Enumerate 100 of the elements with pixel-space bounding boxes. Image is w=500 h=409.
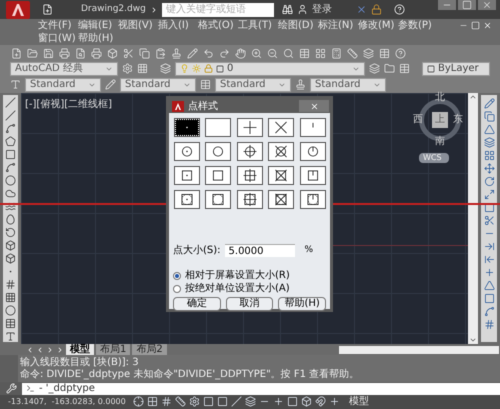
menu-item[interactable]: 窗口(W) xyxy=(38,32,78,46)
folder-icon[interactable] xyxy=(384,63,395,74)
point-style-option[interactable] xyxy=(300,166,326,185)
point-style-option[interactable] xyxy=(236,118,263,137)
multileader-style-icon[interactable] xyxy=(295,79,306,90)
point-style-option[interactable] xyxy=(268,118,294,137)
point-style-option[interactable] xyxy=(174,190,200,209)
menu-item[interactable]: 格式(O) xyxy=(198,19,238,32)
zoom-in-icon[interactable] xyxy=(251,48,262,59)
pencil-icon[interactable] xyxy=(187,48,198,59)
wrench-icon[interactable] xyxy=(6,383,17,394)
undo-icon[interactable] xyxy=(203,48,214,59)
point-style-option[interactable] xyxy=(300,142,326,161)
snap-icon[interactable] xyxy=(133,396,144,408)
lock-icon[interactable] xyxy=(370,4,382,16)
search-field[interactable]: 键入关键字或短语 xyxy=(162,2,274,17)
grid-icon[interactable] xyxy=(315,48,326,59)
point-style-option[interactable] xyxy=(174,142,200,161)
point-style-option[interactable] xyxy=(300,118,326,137)
style-dropdown[interactable]: Standard xyxy=(120,78,196,92)
radio-label[interactable]: 相对于屏幕设置大小(R) xyxy=(185,270,290,282)
previous-tab-icon[interactable] xyxy=(36,346,44,354)
style-dropdown[interactable]: Standard xyxy=(215,78,291,92)
point-style-option[interactable] xyxy=(268,190,294,209)
menu-item[interactable]: 绘图(D) xyxy=(278,19,318,32)
circle-icon[interactable] xyxy=(5,175,16,186)
line-icon[interactable] xyxy=(5,110,16,122)
radio-button[interactable] xyxy=(173,272,181,280)
style-dropdown[interactable]: Standard xyxy=(310,78,386,92)
point-style-option[interactable] xyxy=(300,190,326,209)
command-input[interactable]: - '_ddptype xyxy=(22,382,500,395)
stamp-icon[interactable] xyxy=(171,48,182,59)
minimize-icon[interactable] xyxy=(438,0,456,10)
cloud-icon[interactable] xyxy=(5,188,16,200)
gear-icon[interactable] xyxy=(122,63,133,74)
grid-display-icon[interactable] xyxy=(161,396,172,408)
maximize-icon[interactable] xyxy=(458,0,476,10)
rectangle-icon[interactable] xyxy=(5,149,16,160)
hatch-icon[interactable] xyxy=(5,279,16,290)
scale-icon[interactable] xyxy=(484,189,494,200)
polyline-icon[interactable] xyxy=(5,123,16,134)
dimension-style-icon[interactable] xyxy=(105,79,116,90)
layout-tab[interactable]: 布局1 xyxy=(96,344,130,356)
menu-item[interactable]: 帮助(H) xyxy=(78,32,118,46)
ruler-icon[interactable] xyxy=(347,48,358,59)
last-tab-icon[interactable] xyxy=(56,346,64,354)
move-icon[interactable] xyxy=(484,163,494,174)
point-style-option[interactable] xyxy=(236,166,263,185)
zoom-out-icon[interactable] xyxy=(267,48,278,59)
point-style-option[interactable] xyxy=(268,142,294,161)
grid-icon[interactable] xyxy=(147,396,158,408)
folder-icon[interactable] xyxy=(27,48,38,59)
app-logo-icon[interactable] xyxy=(6,0,30,19)
radio-label[interactable]: 按绝对单位设置大小(A) xyxy=(185,283,290,295)
text-icon[interactable] xyxy=(5,331,16,342)
menu-item[interactable]: 工具(T) xyxy=(238,19,278,32)
printer-icon[interactable] xyxy=(59,48,70,59)
menu-item[interactable]: 修改(M) xyxy=(358,19,398,32)
close-icon[interactable] xyxy=(478,0,496,10)
point-style-option[interactable] xyxy=(205,142,232,161)
table-icon[interactable] xyxy=(5,318,16,330)
sign-in-link[interactable]: 登录 xyxy=(312,2,332,18)
user-icon[interactable] xyxy=(296,4,308,16)
menu-item[interactable]: 编辑(E) xyxy=(78,19,118,32)
layers-icon[interactable] xyxy=(369,63,380,74)
redo-icon[interactable] xyxy=(219,48,230,59)
line-icon[interactable] xyxy=(5,97,16,108)
arc-icon[interactable] xyxy=(5,227,16,238)
search-icon[interactable] xyxy=(283,48,294,59)
close-icon[interactable] xyxy=(356,4,367,16)
menu-item[interactable]: 标注(N) xyxy=(318,19,358,32)
close-button[interactable] xyxy=(299,100,329,112)
point-style-option[interactable] xyxy=(236,142,263,161)
menu-item[interactable]: 参数(P) xyxy=(398,19,438,32)
horizontal-scrollbar[interactable] xyxy=(338,346,499,354)
clipboard-icon[interactable] xyxy=(155,48,166,59)
radio-button[interactable] xyxy=(173,285,181,293)
close-icon[interactable] xyxy=(483,21,492,30)
dialog-button[interactable]: 确定 xyxy=(173,297,221,311)
text-style-icon[interactable] xyxy=(10,79,21,90)
layer-dropdown[interactable]: 0 xyxy=(175,62,365,76)
layout-tab[interactable]: 布局2 xyxy=(132,344,167,356)
layout-tab[interactable]: 模型 xyxy=(66,344,94,356)
viewport-label[interactable]: [-][俯视][二维线框] xyxy=(25,97,112,112)
model-toggle[interactable]: 模型 xyxy=(349,394,369,409)
hand-icon[interactable] xyxy=(235,48,246,59)
dialog-button[interactable]: 取消 xyxy=(226,297,274,311)
save-icon[interactable] xyxy=(43,48,54,59)
copy-icon[interactable] xyxy=(139,48,150,59)
menu-item[interactable]: 文件(F) xyxy=(38,19,78,32)
ortho-icon[interactable] xyxy=(175,396,186,408)
rotate-icon[interactable] xyxy=(484,176,494,188)
next-tab-icon[interactable] xyxy=(46,346,54,354)
arc-icon[interactable] xyxy=(5,162,16,174)
cube-icon[interactable] xyxy=(107,48,118,59)
point-style-option[interactable] xyxy=(205,190,232,209)
binoculars-icon[interactable] xyxy=(282,4,293,16)
ucs-menu[interactable]: WCS xyxy=(419,153,449,164)
first-tab-icon[interactable] xyxy=(26,346,34,354)
dialog-button[interactable]: 帮助(H) xyxy=(278,297,326,311)
